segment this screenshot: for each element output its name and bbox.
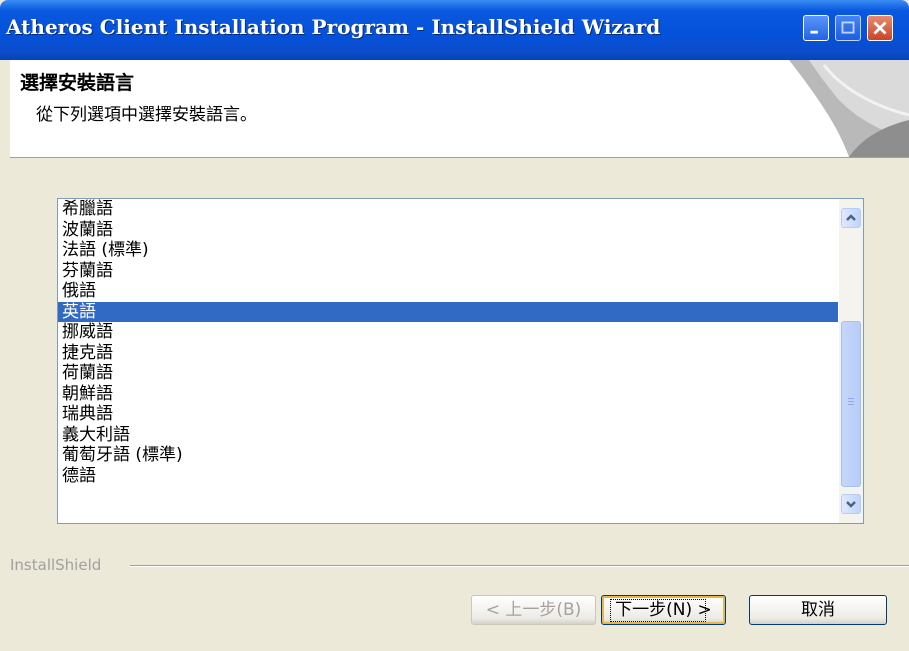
- scroll-up-button[interactable]: [841, 208, 861, 228]
- window-frame-left: [0, 60, 10, 651]
- page-subtitle: 從下列選項中選擇安裝語言。: [36, 105, 257, 125]
- vertical-scrollbar[interactable]: [839, 199, 863, 523]
- scrollbar-thumb[interactable]: [841, 321, 861, 487]
- cancel-button[interactable]: 取消: [749, 595, 887, 625]
- list-item[interactable]: 瑞典語: [58, 404, 838, 425]
- scroll-down-button[interactable]: [841, 494, 861, 514]
- installer-window: Atheros Client Installation Program - In…: [0, 0, 909, 651]
- focus-indicator: [610, 599, 706, 622]
- list-item[interactable]: 俄語: [58, 281, 838, 302]
- close-icon: [873, 21, 887, 35]
- close-button[interactable]: [867, 15, 893, 41]
- chevron-down-icon: [846, 501, 856, 508]
- list-item[interactable]: 捷克語: [58, 343, 838, 364]
- chevron-up-icon: [846, 214, 856, 221]
- list-item[interactable]: 芬蘭語: [58, 261, 838, 282]
- brand-divider: [130, 565, 909, 567]
- list-item[interactable]: 義大利語: [58, 425, 838, 446]
- title-bar[interactable]: Atheros Client Installation Program - In…: [0, 0, 909, 60]
- list-item-selected[interactable]: 英語: [58, 301, 838, 322]
- page-title: 選擇安裝語言: [20, 72, 135, 94]
- minimize-icon: [810, 30, 818, 34]
- list-item[interactable]: 法語 (標準): [58, 240, 838, 261]
- installshield-brand-label: InstallShield: [10, 556, 102, 574]
- back-button[interactable]: < 上一步(B): [471, 595, 596, 625]
- language-list: 希臘語 波蘭語 法語 (標準) 芬蘭語 俄語 英語 挪威語 捷克語 荷蘭語 朝鮮…: [58, 199, 838, 486]
- list-item[interactable]: 德語: [58, 466, 838, 487]
- list-item[interactable]: 希臘語: [58, 199, 838, 220]
- list-item[interactable]: 朝鮮語: [58, 384, 838, 405]
- language-listbox[interactable]: 希臘語 波蘭語 法語 (標準) 芬蘭語 俄語 英語 挪威語 捷克語 荷蘭語 朝鮮…: [57, 198, 864, 524]
- maximize-button: [835, 15, 861, 41]
- list-item[interactable]: 葡萄牙語 (標準): [58, 445, 838, 466]
- list-item[interactable]: 波蘭語: [58, 220, 838, 241]
- list-item[interactable]: 挪威語: [58, 322, 838, 343]
- installshield-banner-art: [789, 60, 909, 157]
- list-item[interactable]: 荷蘭語: [58, 363, 838, 384]
- minimize-button[interactable]: [803, 15, 829, 41]
- grip-icon: [848, 398, 854, 406]
- wizard-header: 選擇安裝語言 從下列選項中選擇安裝語言。: [10, 60, 909, 158]
- maximize-icon: [841, 21, 855, 34]
- window-title: Atheros Client Installation Program - In…: [6, 15, 661, 39]
